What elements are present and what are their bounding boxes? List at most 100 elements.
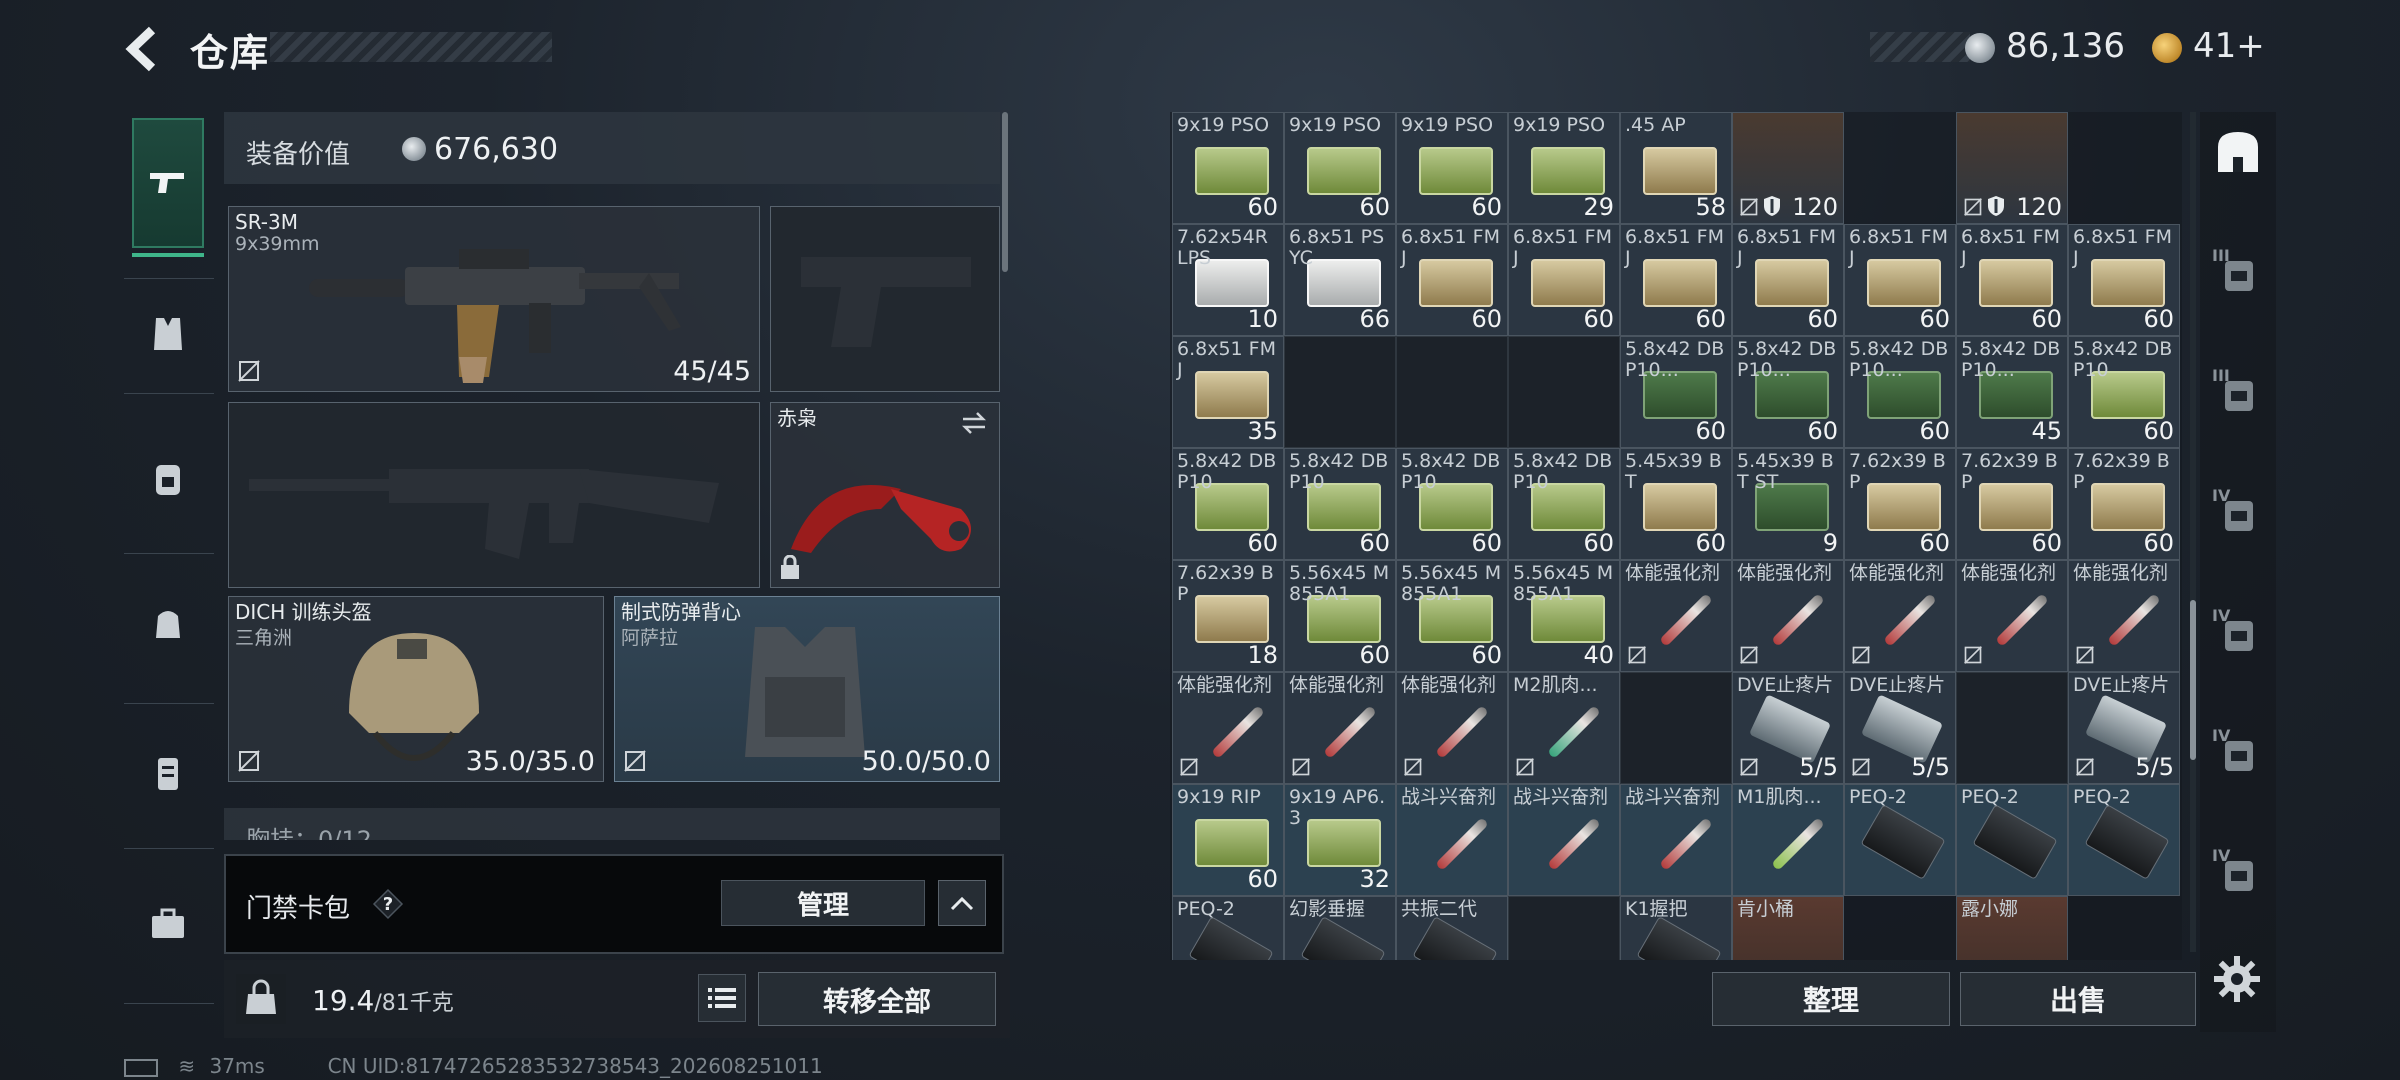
grid-item[interactable]: 9x19 PSO 60 <box>1172 112 1284 224</box>
transfer-all-button[interactable]: 转移全部 <box>758 972 996 1026</box>
grid-item[interactable]: 6.8x51 FMJ 60 <box>1956 224 2068 336</box>
grid-item[interactable]: 6.8x51 FMJ 60 <box>2068 224 2180 336</box>
storage-tab-7[interactable]: IV <box>2210 844 2266 900</box>
nav-tab-safebox[interactable] <box>132 888 204 960</box>
grid-item[interactable]: 5.56x45 M855A1 60 <box>1396 560 1508 672</box>
primary-weapon-slot[interactable]: SR-3M 9x39mm 45/45 <box>228 206 760 392</box>
grid-item[interactable]: 9x19 AP6.3 32 <box>1284 784 1396 896</box>
nav-tab-case[interactable] <box>132 738 204 810</box>
nav-tab-backpack[interactable] <box>132 443 204 515</box>
storage-tab-5[interactable]: IV <box>2210 604 2266 660</box>
chest-rig-row[interactable]: 胸挂：0/12 <box>224 808 1000 840</box>
settings-button[interactable] <box>2212 954 2262 1004</box>
grid-item[interactable]: 7.62x54R LPS 10 <box>1172 224 1284 336</box>
grid-item[interactable]: 6.8x51 FMJ 60 <box>1396 224 1508 336</box>
grid-item[interactable]: 9x19 PSO 29 <box>1508 112 1620 224</box>
grid-item[interactable]: 6.8x51 FMJ 60 <box>1620 224 1732 336</box>
grid-item[interactable]: 共振二代 <box>1396 896 1508 960</box>
grid-item[interactable]: 7.62x39 BP 60 <box>1956 448 2068 560</box>
grid-item[interactable]: 战斗兴奋剂 <box>1396 784 1508 896</box>
secondary-weapon-slot[interactable] <box>228 402 760 588</box>
grid-item[interactable]: 体能强化剂 <box>1620 560 1732 672</box>
nav-active-underline <box>132 253 204 257</box>
list-view-button[interactable] <box>698 974 746 1022</box>
grid-item[interactable]: 5.8x42 DBP10... 60 <box>1620 336 1732 448</box>
storage-tab-4[interactable]: IV <box>2210 484 2266 540</box>
grid-item[interactable]: 7.62x39 BP 18 <box>1172 560 1284 672</box>
grid-item[interactable]: 幻影垂握 <box>1284 896 1396 960</box>
grid-item[interactable]: 战斗兴奋剂 <box>1508 784 1620 896</box>
grid-item[interactable]: 体能强化剂 <box>2068 560 2180 672</box>
grid-scrollbar-track[interactable] <box>2190 112 2196 952</box>
grid-item[interactable]: 120 <box>1732 112 1844 224</box>
grid-item[interactable]: 5.8x42 DBP10... 45 <box>1956 336 2068 448</box>
grid-item[interactable]: M1肌肉... <box>1732 784 1844 896</box>
manage-button[interactable]: 管理 <box>721 880 925 926</box>
grid-item[interactable]: 9x19 RIP 60 <box>1172 784 1284 896</box>
grid-item[interactable]: K1握把 <box>1620 896 1732 960</box>
storage-tab-6[interactable]: IV <box>2210 724 2266 780</box>
back-button[interactable] <box>118 24 168 74</box>
item-count: 60 <box>2031 529 2062 557</box>
grid-item[interactable]: 5.56x45 M855A1 40 <box>1508 560 1620 672</box>
storage-tab-1[interactable] <box>2210 124 2266 180</box>
pistol-slot[interactable] <box>770 206 1000 392</box>
grid-item[interactable]: 5.8x42 DBP10 60 <box>1508 448 1620 560</box>
grid-item[interactable]: 体能强化剂 <box>1284 672 1396 784</box>
grid-item[interactable]: 5.8x42 DBP10 60 <box>1396 448 1508 560</box>
grid-item[interactable]: 体能强化剂 <box>1396 672 1508 784</box>
grid-item[interactable]: 5.56x45 M855A1 60 <box>1284 560 1396 672</box>
grid-item[interactable]: 5.8x42 DBP10 60 <box>1284 448 1396 560</box>
grid-item[interactable]: 5.8x42 DBP10... 60 <box>1844 336 1956 448</box>
help-button[interactable]: ? <box>372 888 404 920</box>
grid-item[interactable]: 9x19 PSO 60 <box>1396 112 1508 224</box>
nav-tab-pouch[interactable] <box>132 588 204 660</box>
grid-item[interactable]: 战斗兴奋剂 <box>1620 784 1732 896</box>
grid-item[interactable]: 5.45x39 BT ST 9 <box>1732 448 1844 560</box>
grid-item[interactable]: PEQ-2 <box>2068 784 2180 896</box>
grid-item[interactable]: 体能强化剂 <box>1844 560 1956 672</box>
grid-item[interactable]: 体能强化剂 <box>1956 560 2068 672</box>
grid-item[interactable]: DVE止疼片 5/5 <box>1844 672 1956 784</box>
grid-item[interactable]: 6.8x51 FMJ 35 <box>1172 336 1284 448</box>
grid-scrollbar-thumb[interactable] <box>2190 600 2196 760</box>
grid-item[interactable]: 5.8x42 DBP10... 60 <box>1732 336 1844 448</box>
nav-tab-vest[interactable] <box>132 298 204 370</box>
grid-item[interactable]: 7.62x39 BP 60 <box>2068 448 2180 560</box>
melee-slot[interactable]: 赤枭 <box>770 402 1000 588</box>
grid-item[interactable]: 9x19 PSO 60 <box>1284 112 1396 224</box>
body-armor-slot[interactable]: 制式防弹背心 阿萨拉 50.0/50.0 <box>614 596 1000 782</box>
grid-item[interactable]: 6.8x51 FMJ 60 <box>1844 224 1956 336</box>
grid-item[interactable]: PEQ-2 <box>1172 896 1284 960</box>
equipment-scrollbar[interactable] <box>1002 112 1008 272</box>
storage-tab-2[interactable]: III <box>2210 244 2266 300</box>
helmet-slot[interactable]: DICH 训练头盔 三角洲 35.0/35.0 <box>228 596 604 782</box>
grid-item[interactable]: 体能强化剂 <box>1732 560 1844 672</box>
grid-item[interactable]: .45 AP 58 <box>1620 112 1732 224</box>
not-insured-icon <box>1963 645 1983 665</box>
collapse-button[interactable] <box>938 880 986 926</box>
grid-item[interactable]: 体能强化剂 <box>1172 672 1284 784</box>
grid-item[interactable]: DVE止疼片 5/5 <box>2068 672 2180 784</box>
sort-button[interactable]: 整理 <box>1712 972 1950 1026</box>
storage-tab-3[interactable]: III <box>2210 364 2266 420</box>
grid-item[interactable]: PEQ-2 <box>1956 784 2068 896</box>
grid-item[interactable]: 7.62x39 BP 60 <box>1844 448 1956 560</box>
grid-item[interactable]: 6.8x51 FMJ 60 <box>1508 224 1620 336</box>
nav-tab-weapons[interactable] <box>132 118 204 248</box>
sell-button[interactable]: 出售 <box>1960 972 2196 1026</box>
item-count: 32 <box>1359 865 1390 893</box>
grid-item[interactable]: PEQ-2 <box>1844 784 1956 896</box>
grid-item[interactable]: 6.8x51 FMJ 60 <box>1732 224 1844 336</box>
grid-item[interactable]: 120 <box>1956 112 2068 224</box>
grid-item[interactable]: 5.8x42 DBP10 60 <box>2068 336 2180 448</box>
grid-item[interactable]: M2肌肉... <box>1508 672 1620 784</box>
grid-item[interactable]: 露小娜 <box>1956 896 2068 960</box>
currency-gold-value[interactable]: 41+ <box>2193 26 2265 66</box>
grid-item[interactable]: 5.45x39 BT 60 <box>1620 448 1732 560</box>
grid-item[interactable]: DVE止疼片 5/5 <box>1732 672 1844 784</box>
grid-item[interactable]: 5.8x42 DBP10 60 <box>1172 448 1284 560</box>
item-name: 6.8x51 FMJ <box>2073 226 2172 269</box>
grid-item[interactable]: 6.8x51 PSYC 66 <box>1284 224 1396 336</box>
grid-item[interactable]: 肯小桶 <box>1732 896 1844 960</box>
